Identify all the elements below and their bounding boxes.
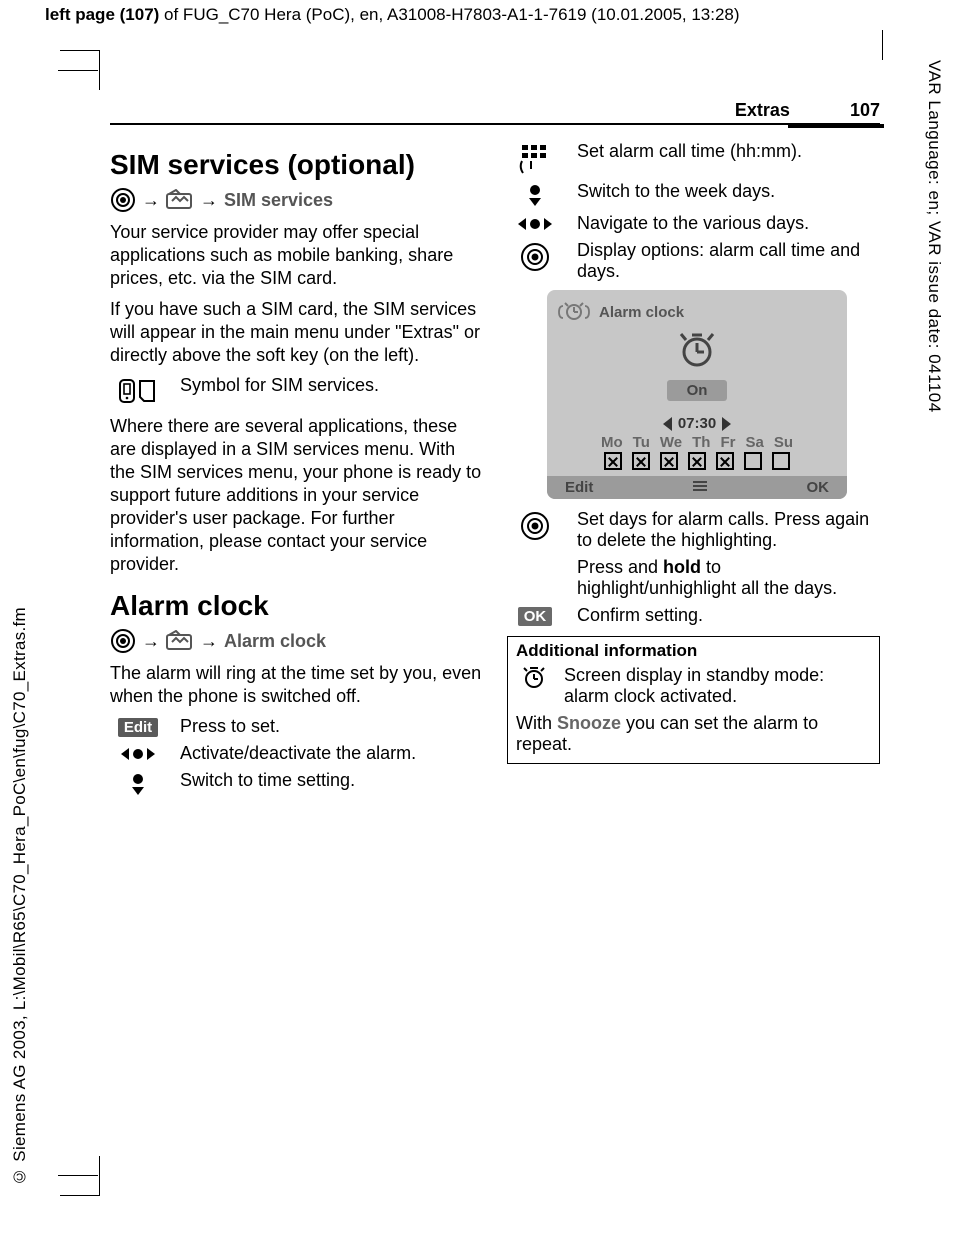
left-right-row: Activate/deactivate the alarm. <box>110 743 483 764</box>
additional-info-box: Additional information Screen display in… <box>507 636 880 764</box>
down2-text: Switch to the week days. <box>577 181 880 202</box>
crop-mark-bottom-left <box>60 1156 100 1196</box>
arrow-icon: → <box>142 631 160 652</box>
nav-path-alarm-label: Alarm clock <box>224 631 326 652</box>
down-row: Switch to time setting. <box>110 770 483 796</box>
day-tu: Tu <box>633 434 650 451</box>
alarm-big-icon <box>674 357 720 374</box>
crop-mark-top-right <box>882 30 883 60</box>
crop-mark-top-left-h <box>58 70 98 71</box>
page-body: Extras 107 SIM services (optional) → → S… <box>110 100 880 802</box>
alarm-paragraph-1: The alarm will ring at the time set by y… <box>110 662 483 708</box>
checkbox-tu <box>632 452 650 470</box>
heading-alarm-clock: Alarm clock <box>110 590 483 622</box>
arrow-icon: → <box>142 190 160 211</box>
page-label-prefix: left page (107) <box>45 5 159 24</box>
edit-softkey: Edit <box>118 718 158 737</box>
left-right-text: Activate/deactivate the alarm. <box>180 743 483 764</box>
sim-services-icon <box>110 375 166 407</box>
alarm-time-row: 07:30 <box>547 415 847 432</box>
ok-softkey: OK <box>518 607 553 626</box>
checkbox-su <box>772 452 790 470</box>
keypad-row: Set alarm call time (hh:mm). <box>507 141 880 175</box>
lr2-row: Navigate to the various days. <box>507 213 880 234</box>
nav-path-sim-label: SIM services <box>224 190 333 211</box>
center-row: Display options: alarm call time and day… <box>507 240 880 282</box>
keypad-icon <box>507 141 563 175</box>
sim-paragraph-2: If you have such a SIM card, the SIM ser… <box>110 298 483 367</box>
crop-mark-bottom-left-h <box>58 1175 98 1176</box>
hold-text: Press and hold to highlight/unhighlight … <box>577 557 880 599</box>
edit-row: Edit Press to set. <box>110 716 483 737</box>
extras-folder-icon <box>166 630 194 652</box>
keypad-text: Set alarm call time (hh:mm). <box>577 141 880 162</box>
phone-soft-right: OK <box>807 479 830 496</box>
phone-title: Alarm clock <box>599 304 684 321</box>
day-labels: Mo Tu We Th Fr Sa Su <box>547 434 847 451</box>
center-key-icon <box>110 628 136 654</box>
running-head: Extras 107 <box>110 100 880 125</box>
day-sa: Sa <box>745 434 763 451</box>
info-line-1: Screen display in standby mode: alarm cl… <box>564 665 871 707</box>
checkbox-we <box>660 452 678 470</box>
checkbox-sa <box>744 452 762 470</box>
day-checkboxes <box>547 452 847 470</box>
info-line-2: With Snooze you can set the alarm to rep… <box>516 713 871 755</box>
checkbox-fr <box>716 452 734 470</box>
sim-paragraph-1: Your service provider may offer special … <box>110 221 483 290</box>
hold-row: Press and hold to highlight/unhighlight … <box>507 557 880 599</box>
phone-softkeys: Edit OK <box>547 476 847 499</box>
ok-row: OK Confirm setting. <box>507 605 880 626</box>
arrow-icon: → <box>200 190 218 211</box>
center-key-icon <box>507 240 563 272</box>
page-header: left page (107) of FUG_C70 Hera (PoC), e… <box>45 5 740 25</box>
day-su: Su <box>774 434 793 451</box>
heading-sim-services: SIM services (optional) <box>110 149 483 181</box>
margin-note-left: © Siemens AG 2003, L:\Mobil\R65\C70_Hera… <box>10 607 30 1186</box>
day-mo: Mo <box>601 434 623 451</box>
down2-row: Switch to the week days. <box>507 181 880 207</box>
nav-path-sim: → → SIM services <box>110 187 483 213</box>
sim-symbol-text: Symbol for SIM services. <box>180 375 483 396</box>
ok-text: Confirm setting. <box>577 605 880 626</box>
nav-path-alarm: → → Alarm clock <box>110 628 483 654</box>
lr2-text: Navigate to the various days. <box>577 213 880 234</box>
left-column: SIM services (optional) → → SIM services… <box>110 135 483 802</box>
alarm-state: On <box>667 380 728 401</box>
center-key-icon <box>507 509 563 541</box>
center2-row: Set days for alarm calls. Press again to… <box>507 509 880 551</box>
checkbox-th <box>688 452 706 470</box>
nav-down-icon <box>110 770 166 796</box>
day-fr: Fr <box>720 434 735 451</box>
sim-symbol-row: Symbol for SIM services. <box>110 375 483 407</box>
checkbox-mo <box>604 452 622 470</box>
center2-text: Set days for alarm calls. Press again to… <box>577 509 880 551</box>
edit-text: Press to set. <box>180 716 483 737</box>
nav-down-icon <box>507 181 563 207</box>
alarm-time: 07:30 <box>676 415 718 432</box>
info-title: Additional information <box>516 641 871 661</box>
right-column: Set alarm call time (hh:mm). Switch to t… <box>507 135 880 802</box>
section-name: Extras <box>735 100 790 121</box>
phone-soft-left: Edit <box>565 479 593 496</box>
margin-note-right: VAR Language: en; VAR issue date: 041104 <box>924 60 944 413</box>
phone-soft-menu-icon <box>691 479 709 496</box>
alarm-title-icon <box>557 302 591 322</box>
day-th: Th <box>692 434 710 451</box>
page-label-rest: of FUG_C70 Hera (PoC), en, A31008-H7803-… <box>159 5 739 24</box>
page-number: 107 <box>850 100 880 121</box>
alarm-small-icon <box>516 665 552 689</box>
sim-paragraph-3: Where there are several applications, th… <box>110 415 483 576</box>
nav-left-right-icon <box>507 213 563 233</box>
center-text: Display options: alarm call time and day… <box>577 240 880 282</box>
day-we: We <box>660 434 682 451</box>
nav-left-right-icon <box>110 743 166 763</box>
down-text: Switch to time setting. <box>180 770 483 791</box>
phone-screen: Alarm clock On <box>547 290 847 499</box>
arrow-icon: → <box>200 631 218 652</box>
center-key-icon <box>110 187 136 213</box>
extras-folder-icon <box>166 189 194 211</box>
